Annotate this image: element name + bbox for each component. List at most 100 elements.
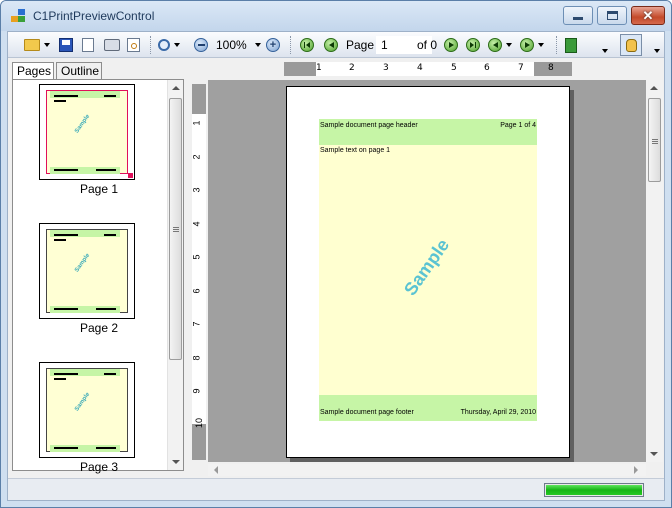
zoom-combo[interactable]: 100%	[216, 36, 261, 54]
thumbnail-line	[54, 95, 78, 97]
chevron-down-icon	[174, 43, 180, 47]
close-button[interactable]: ✕	[631, 6, 665, 25]
thumbnail-line	[54, 239, 66, 241]
history-forward-icon	[520, 38, 534, 52]
scroll-up-icon[interactable]	[650, 86, 658, 90]
history-forward-button[interactable]	[520, 36, 544, 54]
preview-pane[interactable]: Sample document page header Page 1 of 4 …	[208, 80, 646, 462]
window-title: C1PrintPreviewControl	[33, 9, 155, 23]
grip-line	[652, 143, 658, 144]
last-page-icon	[466, 38, 480, 52]
last-page-button[interactable]	[466, 36, 480, 54]
page-content: Sample document page header Page 1 of 4 …	[319, 119, 537, 421]
thumbnail-label: Page 1	[79, 182, 119, 196]
hand-tool-button[interactable]	[620, 34, 642, 56]
thumbnail-line	[54, 100, 66, 102]
next-page-icon	[444, 38, 458, 52]
chevron-down-icon	[254, 43, 261, 47]
tab-outline[interactable]: Outline	[56, 62, 102, 80]
ruler-tick-label: 1	[191, 120, 202, 126]
ruler-tick-label: 10	[194, 417, 205, 429]
thumbnail-content	[46, 229, 128, 313]
ruler-tick-label: 1	[316, 63, 322, 73]
ruler-tick-label: 8	[191, 355, 202, 361]
thumbnail-label: Page 2	[79, 321, 119, 335]
print-preview-icon	[127, 38, 140, 52]
toolbar-separator	[150, 36, 152, 54]
scroll-down-icon[interactable]	[172, 460, 180, 464]
page-header: Sample document page header Page 1 of 4	[319, 119, 537, 145]
chevron-down-icon	[538, 43, 544, 47]
preview-horizontal-scrollbar[interactable]	[208, 464, 646, 476]
ruler-tick-label: 6	[191, 288, 202, 294]
progress-fill	[546, 485, 642, 495]
zoom-value: 100%	[216, 38, 247, 52]
ruler-tick-label: 5	[191, 254, 202, 260]
chevron-down-icon	[602, 49, 608, 53]
preview-vertical-scrollbar[interactable]	[646, 80, 663, 462]
thumbnail-line	[54, 373, 78, 375]
open-button[interactable]	[24, 36, 50, 54]
print-preview-button[interactable]	[127, 36, 140, 54]
toolbar-separator	[556, 36, 558, 54]
maximize-button[interactable]	[597, 6, 627, 25]
zoom-tool-icon	[158, 39, 170, 51]
scroll-down-icon[interactable]	[650, 452, 658, 456]
thumbnail-page-3[interactable]: Sample	[39, 362, 135, 458]
zoom-tool-button[interactable]	[158, 36, 180, 54]
thumbnail-line	[104, 373, 116, 375]
print-button[interactable]	[104, 36, 120, 54]
thumbnail-page-2[interactable]: Sample	[39, 223, 135, 319]
open-folder-icon	[24, 39, 40, 51]
ruler-margin	[284, 62, 316, 76]
body-text: Sample text on page 1	[320, 147, 391, 154]
scroll-thumb[interactable]	[169, 98, 182, 360]
history-back-button[interactable]	[488, 36, 512, 54]
vertical-ruler: 1 2 3 4 5 6 7 8 9 10	[192, 84, 206, 460]
thumbnail-page-1[interactable]: Sample	[39, 84, 135, 180]
selection-marker	[128, 173, 133, 178]
thumbnail-line	[54, 169, 78, 171]
ruler-tick-label: 6	[484, 63, 490, 73]
toolbar: 100% + Page 1 of 0	[8, 32, 664, 58]
scroll-up-icon[interactable]	[172, 86, 180, 90]
page-label: Page	[346, 38, 375, 52]
toolbar-separator	[290, 36, 292, 54]
maximize-icon	[606, 11, 618, 20]
zoom-in-button[interactable]: +	[266, 36, 280, 54]
progress-bar	[544, 483, 644, 497]
thumbnail-scrollbar[interactable]	[167, 80, 183, 470]
page-view-button[interactable]	[565, 36, 577, 54]
minimize-button[interactable]	[563, 6, 593, 25]
thumbnail-line	[54, 234, 78, 236]
thumbnail-line	[96, 447, 116, 449]
zoom-in-icon: +	[266, 38, 280, 52]
chevron-down-icon	[654, 49, 660, 53]
header-left-text: Sample document page header	[320, 122, 418, 129]
document-page: Sample document page header Page 1 of 4 …	[286, 86, 570, 458]
zoom-out-button[interactable]	[194, 36, 208, 54]
page-setup-button[interactable]	[82, 36, 94, 54]
thumbnail-line	[96, 169, 116, 171]
overflow-button-2[interactable]	[650, 42, 660, 60]
scroll-thumb[interactable]	[648, 98, 661, 182]
main-window: C1PrintPreviewControl ✕ 100% + Page 1 of…	[0, 0, 672, 508]
ruler-tick-label: 7	[518, 63, 524, 73]
thumbnail-line	[54, 308, 78, 310]
scroll-left-icon[interactable]	[214, 466, 218, 474]
scroll-right-icon[interactable]	[634, 466, 638, 474]
status-bar	[8, 478, 664, 500]
next-page-button[interactable]	[444, 36, 458, 54]
first-page-button[interactable]	[300, 36, 314, 54]
thumbnail-line	[54, 447, 78, 449]
thumbnail-line	[54, 378, 66, 380]
overflow-button[interactable]	[598, 42, 608, 60]
previous-page-button[interactable]	[324, 36, 338, 54]
thumbnail-line	[96, 308, 116, 310]
title-bar[interactable]: C1PrintPreviewControl ✕	[1, 1, 671, 31]
grip-line	[173, 227, 179, 228]
grip-line	[173, 231, 179, 232]
save-button[interactable]	[59, 36, 73, 54]
ruler-tick-label: 4	[417, 63, 423, 73]
hand-tool-icon	[625, 38, 637, 52]
